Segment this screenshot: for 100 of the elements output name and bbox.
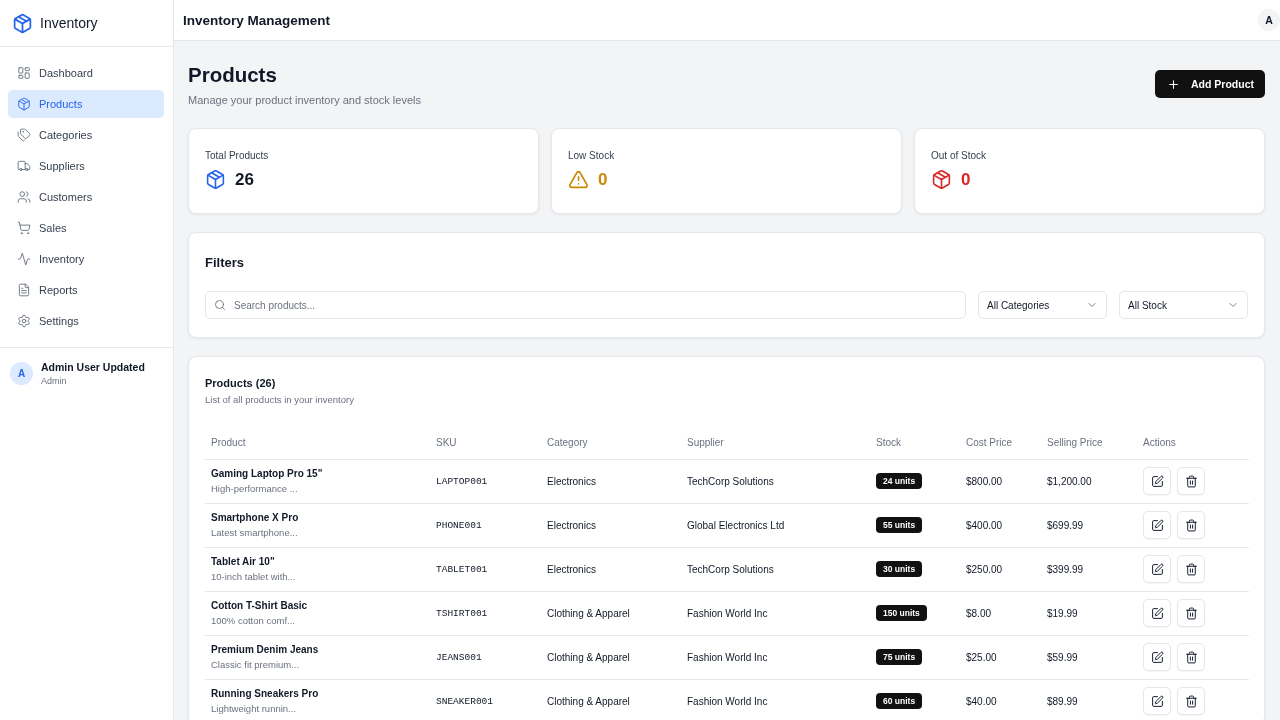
supplier-text: TechCorp Solutions: [687, 475, 774, 487]
users-icon: [17, 190, 31, 204]
stat-value: 0: [961, 169, 971, 190]
settings-icon: [17, 314, 31, 328]
edit-button[interactable]: [1143, 687, 1171, 715]
user-role: Admin: [41, 376, 68, 386]
supplier-text: Fashion World Inc: [687, 695, 768, 707]
sidebar-nav-item[interactable]: Categories: [8, 121, 164, 149]
sidebar-nav-item[interactable]: Dashboard: [8, 59, 164, 87]
box-icon: [931, 169, 952, 190]
stock-badge: 30 units: [876, 561, 923, 577]
cart-icon: [17, 221, 31, 235]
dashboard-grid-icon: [17, 66, 31, 80]
sidebar-nav-item[interactable]: Products: [8, 90, 164, 118]
add-product-button[interactable]: Add Product: [1155, 70, 1265, 98]
selling-price-text: $399.99: [1047, 563, 1084, 575]
delete-button[interactable]: [1177, 643, 1205, 671]
edit-icon: [1150, 562, 1164, 576]
stat-value: 26: [235, 169, 254, 190]
category-text: Clothing & Apparel: [547, 651, 630, 663]
product-name: Smartphone X Pro: [211, 512, 300, 523]
supplier-text: Fashion World Inc: [687, 607, 768, 619]
delete-button[interactable]: [1177, 511, 1205, 539]
sku-text: TABLET001: [436, 564, 488, 575]
tags-icon: [17, 128, 31, 142]
product-description: Latest smartphone...: [211, 527, 299, 538]
trash-icon: [1184, 606, 1198, 620]
edit-button[interactable]: [1143, 467, 1171, 495]
selling-price-text: $19.99: [1047, 607, 1078, 619]
product-description: High-performance ...: [211, 483, 299, 494]
column-header: Cost Price: [960, 427, 1041, 459]
sidebar-nav-item[interactable]: Suppliers: [8, 152, 164, 180]
sidebar-nav-item[interactable]: Settings: [8, 307, 164, 335]
product-name: Cotton T-Shirt Basic: [211, 600, 309, 611]
stat-label: Low Stock: [568, 150, 616, 161]
edit-button[interactable]: [1143, 599, 1171, 627]
column-header: Stock: [870, 427, 960, 459]
user-avatar: A: [10, 362, 33, 385]
filter-select[interactable]: All Stock: [1119, 291, 1248, 319]
page-subtitle: Manage your product inventory and stock levels: [188, 94, 421, 106]
plus-icon: [1167, 77, 1180, 91]
sidebar-nav-item[interactable]: Reports: [8, 276, 164, 304]
cost-price-text: $250.00: [966, 563, 1003, 575]
stock-badge: 150 units: [876, 605, 927, 621]
trash-icon: [1184, 694, 1198, 708]
edit-icon: [1150, 518, 1164, 532]
cost-price-text: $8.00: [966, 607, 992, 619]
stock-badge: 75 units: [876, 649, 923, 665]
category-text: Electronics: [547, 563, 596, 575]
sidebar-nav-item[interactable]: Inventory: [8, 245, 164, 273]
header-avatar[interactable]: A: [1258, 9, 1280, 31]
product-name: Gaming Laptop Pro 15": [211, 468, 324, 479]
sku-text: JEANS001: [436, 652, 482, 663]
stat-label: Out of Stock: [931, 150, 988, 161]
truck-icon: [17, 159, 31, 173]
trash-icon: [1184, 562, 1198, 576]
column-header: Supplier: [681, 427, 870, 459]
table-subtitle: List of all products in your inventory: [205, 394, 355, 405]
edit-icon: [1150, 606, 1164, 620]
cost-price-text: $25.00: [966, 651, 997, 663]
user-name: Admin User Updated: [41, 361, 145, 373]
category-text: Electronics: [547, 475, 596, 487]
box-icon: [17, 97, 31, 111]
edit-button[interactable]: [1143, 555, 1171, 583]
stat-value: 0: [598, 169, 608, 190]
filters-title: Filters: [205, 255, 245, 270]
search-field[interactable]: Search products...: [205, 291, 966, 319]
edit-icon: [1150, 694, 1164, 708]
header-title: Inventory Management: [183, 12, 331, 28]
box-icon: [205, 169, 226, 190]
edit-button[interactable]: [1143, 643, 1171, 671]
product-name: Premium Denim Jeans: [211, 644, 320, 655]
product-name: Tablet Air 10": [211, 556, 276, 567]
filter-select[interactable]: All Categories: [978, 291, 1107, 319]
trash-icon: [1184, 518, 1198, 532]
category-text: Electronics: [547, 519, 596, 531]
supplier-text: TechCorp Solutions: [687, 563, 774, 575]
cost-price-text: $400.00: [966, 519, 1003, 531]
edit-button[interactable]: [1143, 511, 1171, 539]
delete-button[interactable]: [1177, 687, 1205, 715]
selling-price-text: $59.99: [1047, 651, 1078, 663]
warning-icon: [568, 169, 589, 190]
page-title: Products: [188, 62, 278, 88]
supplier-text: Fashion World Inc: [687, 651, 768, 663]
supplier-text: Global Electronics Ltd: [687, 519, 785, 531]
trash-icon: [1184, 650, 1198, 664]
sidebar-nav-item[interactable]: Sales: [8, 214, 164, 242]
column-header: Category: [541, 427, 681, 459]
category-text: Clothing & Apparel: [547, 695, 630, 707]
cost-price-text: $40.00: [966, 695, 997, 707]
sku-text: SNEAKER001: [436, 696, 493, 707]
document-icon: [17, 283, 31, 297]
delete-button[interactable]: [1177, 467, 1205, 495]
box-logo-icon: [12, 12, 33, 34]
sidebar-nav-item[interactable]: Customers: [8, 183, 164, 211]
delete-button[interactable]: [1177, 599, 1205, 627]
cost-price-text: $800.00: [966, 475, 1003, 487]
stock-badge: 55 units: [876, 517, 923, 533]
delete-button[interactable]: [1177, 555, 1205, 583]
product-description: 10-inch tablet with...: [211, 571, 297, 582]
